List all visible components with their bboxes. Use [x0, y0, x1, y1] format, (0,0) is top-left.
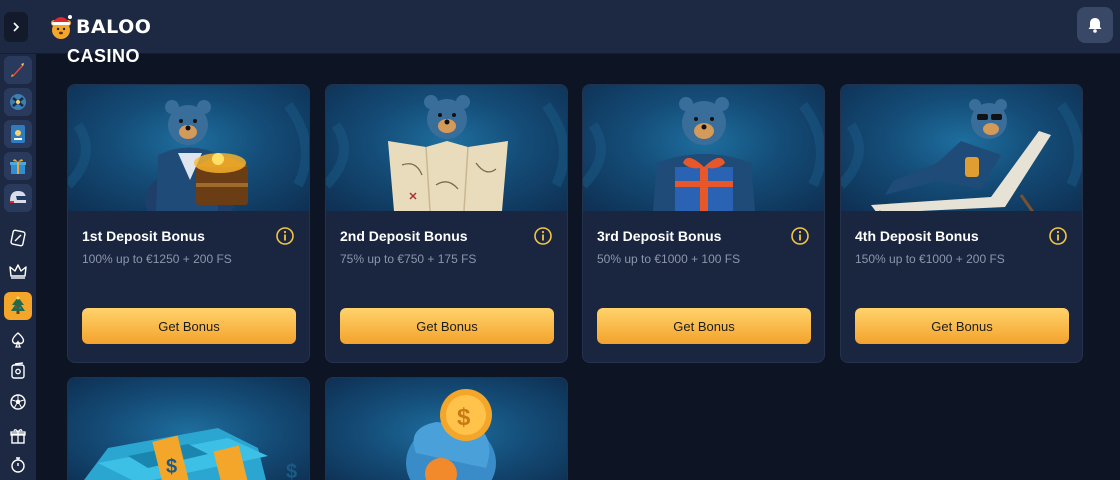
bonus-card: 3rd Deposit Bonus 50% up to €1000 + 100 … — [582, 84, 825, 363]
top-header: BALOO — [0, 0, 1120, 54]
left-sidebar — [0, 54, 36, 480]
slot-card-icon — [11, 125, 25, 143]
sports-betting-icon — [10, 229, 26, 247]
bear-lounger-illustration — [841, 99, 1082, 211]
bonus-card-subtitle: 50% up to €1000 + 100 FS — [597, 252, 741, 266]
stopwatch-icon — [11, 457, 25, 473]
logo-text: BALOO — [76, 16, 152, 38]
christmas-tree-icon — [11, 296, 25, 314]
sidebar-item-christmas[interactable] — [4, 292, 32, 320]
sidebar-item-timer[interactable] — [4, 451, 32, 479]
gift-box-icon — [10, 429, 26, 444]
baloo-logo[interactable]: BALOO — [48, 12, 151, 42]
bonus-card-title: 2nd Deposit Bonus — [340, 228, 468, 244]
sidebar-item-aviator[interactable] — [4, 88, 32, 116]
info-icon[interactable] — [1048, 226, 1068, 246]
sidebar-item-promotions[interactable] — [4, 152, 32, 180]
football-icon — [10, 394, 26, 410]
svg-text:$: $ — [286, 461, 297, 480]
sidebar-toggle-button[interactable] — [4, 12, 28, 42]
bonus-card: 4th Deposit Bonus 150% up to €1000 + 200… — [840, 84, 1083, 363]
sidebar-item-racing[interactable] — [4, 184, 32, 212]
bonus-card-image — [841, 85, 1082, 211]
get-bonus-button[interactable]: Get Bonus — [855, 308, 1069, 344]
bonus-card-title: 3rd Deposit Bonus — [597, 228, 722, 244]
bell-icon — [1088, 18, 1102, 33]
sidebar-item-football[interactable] — [4, 388, 32, 416]
info-icon[interactable] — [790, 226, 810, 246]
svg-text:$: $ — [166, 456, 177, 478]
chevron-right-icon — [13, 22, 20, 32]
bear-treasure-chest-illustration — [68, 100, 309, 211]
crown-icon — [9, 264, 27, 279]
info-icon[interactable] — [533, 226, 553, 246]
sidebar-item-table-games[interactable] — [4, 357, 32, 385]
sidebar-item-poker[interactable] — [4, 326, 32, 354]
bonus-card-title: 1st Deposit Bonus — [82, 228, 205, 244]
bonus-card-partial[interactable]: $ — [325, 377, 568, 480]
sidebar-item-sports[interactable] — [4, 224, 32, 252]
spade-icon — [11, 332, 25, 348]
sidebar-item-vip[interactable] — [4, 257, 32, 285]
get-bonus-button[interactable]: Get Bonus — [597, 308, 811, 344]
section-title: CASINO — [67, 46, 141, 66]
bear-santa-logo-icon — [51, 15, 72, 39]
rocket-icon — [11, 63, 24, 77]
bonus-card-partial[interactable]: $ $ — [67, 377, 310, 480]
gift-icon — [10, 159, 26, 174]
bonus-card-image — [583, 85, 824, 211]
sidebar-item-slots[interactable] — [4, 120, 32, 148]
money-stacks-illustration: $ $ — [84, 428, 297, 480]
helmet-icon — [10, 191, 26, 203]
bonus-card-subtitle: 150% up to €1000 + 200 FS — [855, 252, 1005, 266]
cards-icon — [11, 362, 25, 379]
bonus-card-image — [326, 85, 567, 211]
bonus-card: 2nd Deposit Bonus 75% up to €750 + 175 F… — [325, 84, 568, 363]
gold-coins-illustration: $ — [406, 389, 496, 480]
get-bonus-button[interactable]: Get Bonus — [82, 308, 296, 344]
bonus-card: 1st Deposit Bonus 100% up to €1250 + 200… — [67, 84, 310, 363]
bonus-card-image — [68, 85, 309, 211]
svg-text:$: $ — [457, 404, 471, 431]
sidebar-item-gift-box[interactable] — [4, 422, 32, 450]
get-bonus-button[interactable]: Get Bonus — [340, 308, 554, 344]
aviator-icon — [10, 94, 26, 110]
bear-gift-illustration — [583, 97, 824, 211]
notifications-button[interactable] — [1077, 7, 1113, 43]
bonus-card-subtitle: 75% up to €750 + 175 FS — [340, 252, 477, 266]
bear-map-illustration — [326, 95, 567, 211]
info-icon[interactable] — [275, 226, 295, 246]
bonus-card-title: 4th Deposit Bonus — [855, 228, 979, 244]
sidebar-item-rocket[interactable] — [4, 56, 32, 84]
bonus-card-subtitle: 100% up to €1250 + 200 FS — [82, 252, 232, 266]
